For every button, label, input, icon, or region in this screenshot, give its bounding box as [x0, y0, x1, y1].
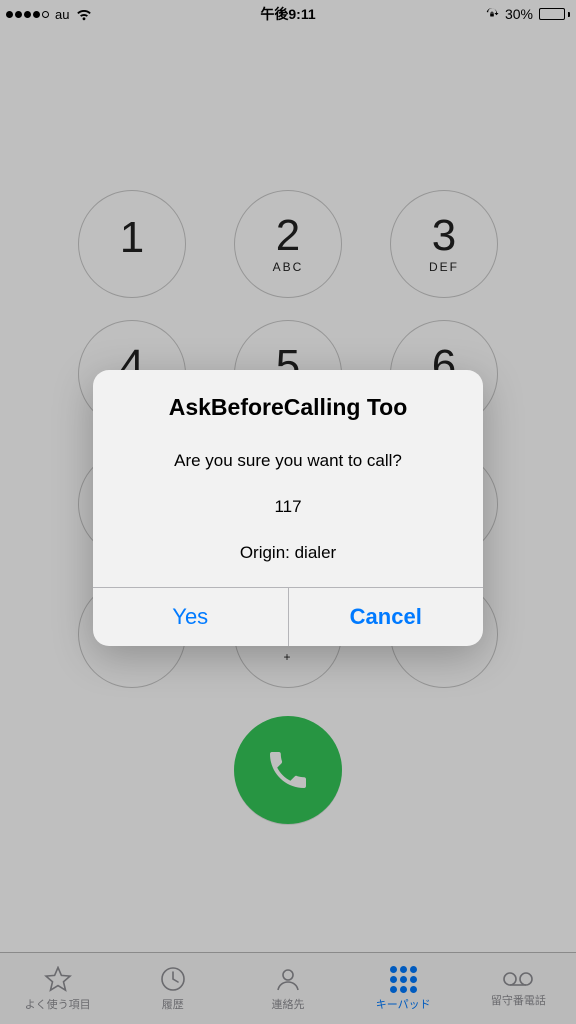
alert-dialog: AskBeforeCalling Too Are you sure you wa…	[93, 370, 483, 646]
alert-message: Are you sure you want to call? 117 Origi…	[113, 427, 463, 565]
alert-cancel-button[interactable]: Cancel	[288, 588, 484, 646]
alert-yes-button[interactable]: Yes	[93, 588, 288, 646]
alert-title: AskBeforeCalling Too	[113, 394, 463, 421]
